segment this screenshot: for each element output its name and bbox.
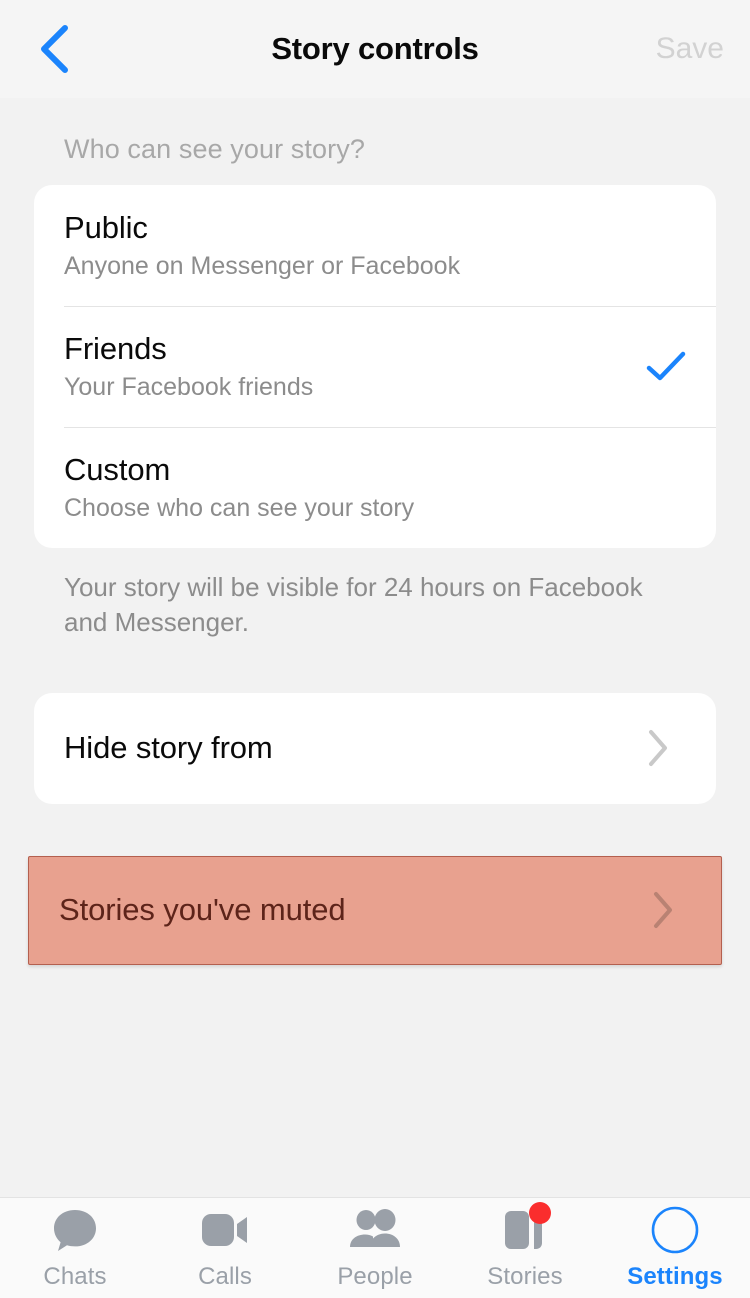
option-title: Custom bbox=[64, 451, 171, 487]
hide-story-from-row[interactable]: Hide story from bbox=[34, 693, 716, 804]
tab-calls[interactable]: Calls bbox=[150, 1198, 300, 1298]
option-title: Public bbox=[64, 209, 148, 245]
page-title: Story controls bbox=[271, 31, 479, 66]
tab-label: Chats bbox=[43, 1263, 107, 1290]
option-title: Friends bbox=[64, 330, 167, 366]
section-header: Who can see your story? bbox=[64, 134, 365, 164]
tab-label: People bbox=[337, 1263, 413, 1290]
save-button[interactable]: Save bbox=[656, 32, 724, 66]
tab-label: Calls bbox=[198, 1263, 252, 1290]
stories-icon bbox=[497, 1202, 553, 1255]
option-subtitle: Your Facebook friends bbox=[64, 373, 314, 402]
tab-label: Settings bbox=[627, 1263, 723, 1290]
option-subtitle: Anyone on Messenger or Facebook bbox=[64, 252, 461, 281]
content-area: Who can see your story? Public Anyone on… bbox=[0, 98, 750, 1197]
visibility-note: Your story will be visible for 24 hours … bbox=[64, 572, 643, 638]
chevron-right-icon bbox=[646, 728, 670, 768]
audience-option-friends[interactable]: Friends Your Facebook friends bbox=[34, 306, 716, 427]
option-subtitle: Choose who can see your story bbox=[64, 494, 415, 523]
people-icon bbox=[347, 1205, 403, 1255]
stories-youve-muted-row[interactable]: Stories you've muted bbox=[29, 857, 721, 964]
hide-story-from-card: Hide story from bbox=[34, 692, 716, 804]
tab-label: Stories bbox=[487, 1263, 563, 1290]
audience-option-public[interactable]: Public Anyone on Messenger or Facebook bbox=[34, 185, 716, 306]
tab-people[interactable]: People bbox=[300, 1198, 450, 1298]
stories-youve-muted-card: Stories you've muted bbox=[28, 855, 722, 965]
row-label: Stories you've muted bbox=[59, 892, 346, 928]
unread-badge bbox=[529, 1202, 551, 1224]
avatar-circle-icon bbox=[647, 1205, 703, 1255]
video-camera-icon bbox=[197, 1205, 253, 1255]
bottom-tab-bar: Chats Calls People Stories Settings bbox=[0, 1197, 750, 1298]
audience-option-custom[interactable]: Custom Choose who can see your story bbox=[34, 427, 716, 548]
row-label: Hide story from bbox=[64, 730, 273, 766]
speech-bubble-icon bbox=[47, 1205, 103, 1255]
tab-settings[interactable]: Settings bbox=[600, 1198, 750, 1298]
back-button[interactable] bbox=[22, 17, 86, 81]
audience-options-card: Public Anyone on Messenger or Facebook F… bbox=[34, 185, 716, 548]
chevron-left-icon bbox=[37, 23, 71, 75]
tab-chats[interactable]: Chats bbox=[0, 1198, 150, 1298]
check-icon bbox=[644, 345, 688, 389]
tab-stories[interactable]: Stories bbox=[450, 1198, 600, 1298]
navigation-header: Story controls Save bbox=[0, 0, 750, 98]
story-controls-screen: Story controls Save Who can see your sto… bbox=[0, 0, 750, 1298]
chevron-right-icon bbox=[651, 890, 675, 930]
